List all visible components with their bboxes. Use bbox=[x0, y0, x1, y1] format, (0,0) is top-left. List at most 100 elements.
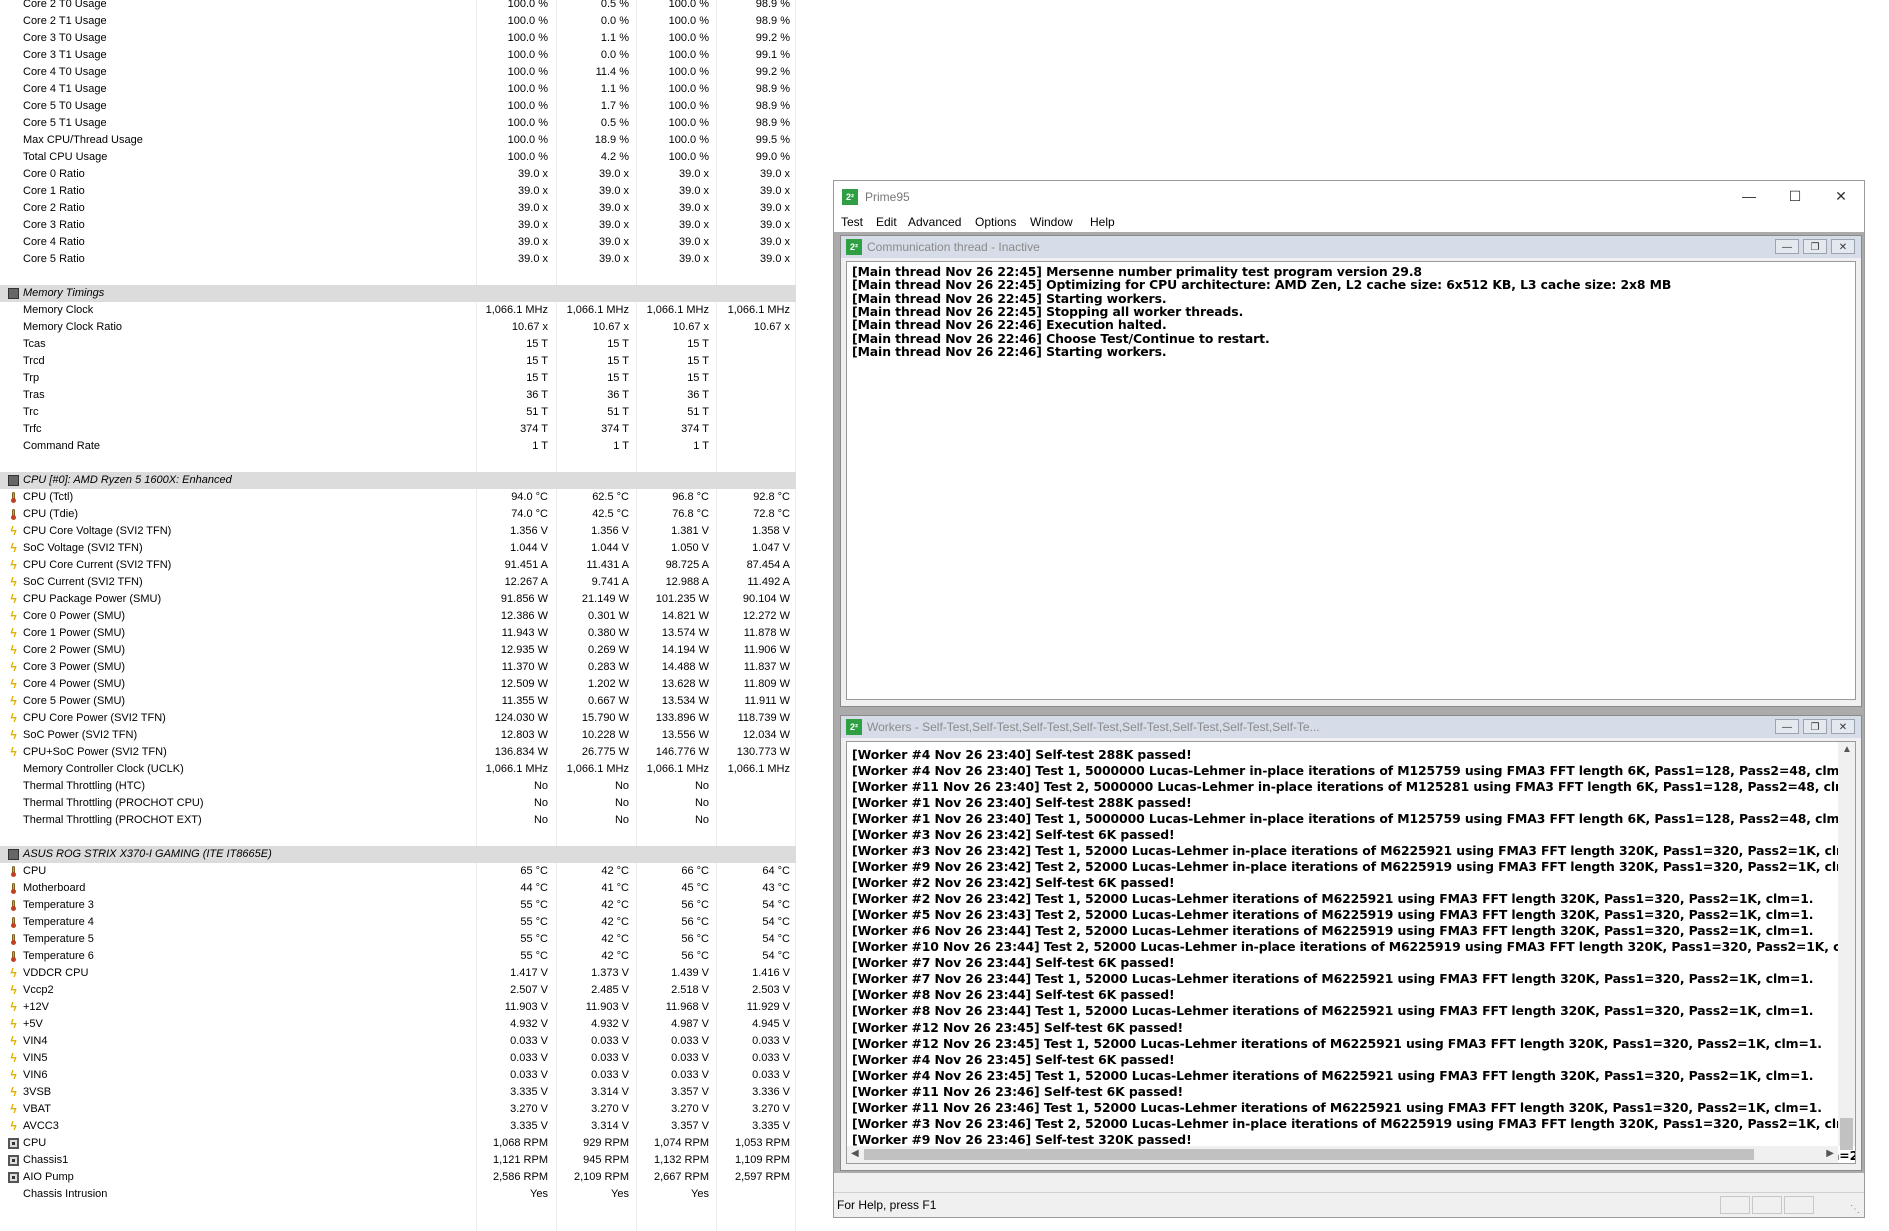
sensor-group-header[interactable]: Memory Timings bbox=[0, 285, 796, 302]
sensor-row[interactable]: AIO Pump 2,586 RPM 2,109 RPM 2,667 RPM 2,597… bbox=[0, 1169, 796, 1186]
sensor-row[interactable]: ϟ CPU Core Voltage (SVI2 TFN) 1.356 V 1.356… bbox=[0, 523, 796, 540]
sensor-row[interactable]: Core 3 T1 Usage 100.0 % 0.0 % 100.0 % 99.1 % bbox=[0, 47, 796, 64]
minimize-button[interactable]: — bbox=[1726, 181, 1772, 212]
sensor-row[interactable]: CPU (Tctl) 94.0 °C 62.5 °C 96.8 °C 92.8 °C bbox=[0, 489, 796, 506]
sensor-row[interactable]: Max CPU/Thread Usage 100.0 % 18.9 % 100.0 %… bbox=[0, 132, 796, 149]
sensor-row[interactable]: ϟ VDDCR CPU 1.417 V 1.373 V 1.439 V 1.416 V bbox=[0, 965, 796, 982]
sensor-row[interactable]: ϟ VIN6 0.033 V 0.033 V 0.033 V 0.033 V bbox=[0, 1067, 796, 1084]
scrollbar-thumb[interactable] bbox=[1840, 1118, 1853, 1150]
voltage-bolt-icon: ϟ bbox=[10, 541, 17, 555]
child-minimize-button[interactable]: — bbox=[1775, 719, 1799, 734]
sensor-row[interactable]: ϟ VBAT 3.270 V 3.270 V 3.270 V 3.270 V bbox=[0, 1101, 796, 1118]
sensor-row[interactable]: ϟ +12V 11.903 V 11.903 V 11.968 V 11.929 V bbox=[0, 999, 796, 1016]
sensor-row[interactable]: ϟ +5V 4.932 V 4.932 V 4.987 V 4.945 V bbox=[0, 1016, 796, 1033]
sensor-row[interactable]: ϟ Core 0 Power (SMU) 12.386 W 0.301 W 14.821… bbox=[0, 608, 796, 625]
sensor-group-header[interactable]: ASUS ROG STRIX X370-I GAMING (ITE IT8665… bbox=[0, 846, 796, 863]
sensor-row[interactable]: Core 4 T0 Usage 100.0 % 11.4 % 100.0 % 99.2 … bbox=[0, 64, 796, 81]
vertical-scrollbar[interactable]: ▲ bbox=[1838, 742, 1855, 1150]
sensor-row[interactable]: Chassis Intrusion Yes Yes Yes bbox=[0, 1186, 796, 1203]
sensor-row[interactable]: ϟ Core 2 Power (SMU) 12.935 W 0.269 W 14.194… bbox=[0, 642, 796, 659]
sensor-row[interactable]: CPU (Tdie) 74.0 °C 42.5 °C 76.8 °C 72.8 °C bbox=[0, 506, 796, 523]
sensor-row[interactable]: ϟ Core 1 Power (SMU) 11.943 W 0.380 W 13.574… bbox=[0, 625, 796, 642]
sensor-row[interactable]: Core 5 T0 Usage 100.0 % 1.7 % 100.0 % 98.9 % bbox=[0, 98, 796, 115]
sensor-row[interactable]: Memory Controller Clock (UCLK) 1,066.1 MH… bbox=[0, 761, 796, 778]
sensor-row[interactable]: Temperature 4 55 °C 42 °C 56 °C 54 °C bbox=[0, 914, 796, 931]
sensor-group-header[interactable]: CPU [#0]: AMD Ryzen 5 1600X: Enhanced bbox=[0, 472, 796, 489]
sensor-row[interactable]: Chassis1 1,121 RPM 945 RPM 1,132 RPM 1,109 R… bbox=[0, 1152, 796, 1169]
sensor-row[interactable]: CPU 1,068 RPM 929 RPM 1,074 RPM 1,053 RPM bbox=[0, 1135, 796, 1152]
child-close-button[interactable]: ✕ bbox=[1831, 239, 1855, 254]
menu-advanced[interactable]: Advanced bbox=[908, 215, 961, 229]
menu-help[interactable]: Help bbox=[1090, 215, 1115, 229]
menu-edit[interactable]: Edit bbox=[876, 215, 897, 229]
workers-window[interactable]: 2² Workers - Self-Test,Self-Test,Self-Te… bbox=[840, 715, 1862, 1171]
prime95-window[interactable]: 2² Prime95 — ☐ ✕ Test Edit Advanced Opti… bbox=[833, 180, 1865, 1218]
menu-window[interactable]: Window bbox=[1030, 215, 1073, 229]
sensor-row[interactable]: Temperature 6 55 °C 42 °C 56 °C 54 °C bbox=[0, 948, 796, 965]
child-title-bar[interactable]: 2² Communication thread - Inactive — ❐ ✕ bbox=[841, 236, 1861, 258]
sensor-row[interactable]: ϟ CPU+SoC Power (SVI2 TFN) 136.834 W 26.775… bbox=[0, 744, 796, 761]
sensor-row[interactable]: ϟ SoC Power (SVI2 TFN) 12.803 W 10.228 W 13.… bbox=[0, 727, 796, 744]
sensor-row[interactable]: ϟ VIN4 0.033 V 0.033 V 0.033 V 0.033 V bbox=[0, 1033, 796, 1050]
child-title-bar[interactable]: 2² Workers - Self-Test,Self-Test,Self-Te… bbox=[841, 716, 1861, 738]
sensor-row[interactable]: Thermal Throttling (HTC) No No No bbox=[0, 778, 796, 795]
sensor-row[interactable]: Core 3 Ratio 39.0 x 39.0 x 39.0 x 39.0 x bbox=[0, 217, 796, 234]
sensor-row[interactable]: Tcas 15 T 15 T 15 T bbox=[0, 336, 796, 353]
sensor-row[interactable]: Trcd 15 T 15 T 15 T bbox=[0, 353, 796, 370]
sensor-row[interactable]: Core 1 Ratio 39.0 x 39.0 x 39.0 x 39.0 x bbox=[0, 183, 796, 200]
sensor-row[interactable]: Memory Clock Ratio 10.67 x 10.67 x 10.67 x 1… bbox=[0, 319, 796, 336]
menu-options[interactable]: Options bbox=[975, 215, 1016, 229]
sensor-row[interactable]: ϟ Core 4 Power (SMU) 12.509 W 1.202 W 13.628… bbox=[0, 676, 796, 693]
resize-grip-icon[interactable]: ⋱ bbox=[1850, 1204, 1860, 1215]
title-bar[interactable]: 2² Prime95 — ☐ ✕ bbox=[834, 181, 1864, 212]
sensor-row[interactable]: Core 5 T1 Usage 100.0 % 0.5 % 100.0 % 98.9 % bbox=[0, 115, 796, 132]
sensor-row[interactable]: Core 3 T0 Usage 100.0 % 1.1 % 100.0 % 99.2 % bbox=[0, 30, 796, 47]
sensor-row[interactable]: ϟ CPU Package Power (SMU) 91.856 W 21.149 W… bbox=[0, 591, 796, 608]
sensor-row[interactable]: Core 2 T0 Usage 100.0 % 0.5 % 100.0 % 98.9 % bbox=[0, 0, 796, 13]
sensor-row[interactable]: ϟ SoC Current (SVI2 TFN) 12.267 A 9.741 A 12… bbox=[0, 574, 796, 591]
sensor-row[interactable]: Temperature 3 55 °C 42 °C 56 °C 54 °C bbox=[0, 897, 796, 914]
sensor-row[interactable]: ϟ Core 5 Power (SMU) 11.355 W 0.667 W 13.534… bbox=[0, 693, 796, 710]
sensor-row[interactable]: Core 2 T1 Usage 100.0 % 0.0 % 100.0 % 98.9 % bbox=[0, 13, 796, 30]
scrollbar-thumb[interactable] bbox=[864, 1149, 1754, 1160]
scroll-up-icon[interactable]: ▲ bbox=[1842, 744, 1852, 755]
sensor-row[interactable]: Core 4 T1 Usage 100.0 % 1.1 % 100.0 % 98.9 % bbox=[0, 81, 796, 98]
sensor-row[interactable]: Trc 51 T 51 T 51 T bbox=[0, 404, 796, 421]
sensor-row[interactable]: ϟ AVCC3 3.335 V 3.314 V 3.357 V 3.335 V bbox=[0, 1118, 796, 1135]
sensor-row[interactable]: ϟ 3VSB 3.335 V 3.314 V 3.357 V 3.336 V bbox=[0, 1084, 796, 1101]
sensor-row[interactable]: Thermal Throttling (PROCHOT CPU) No No No bbox=[0, 795, 796, 812]
sensor-row[interactable]: Core 4 Ratio 39.0 x 39.0 x 39.0 x 39.0 x bbox=[0, 234, 796, 251]
sensor-row[interactable]: ϟ CPU Core Current (SVI2 TFN) 91.451 A 11.4… bbox=[0, 557, 796, 574]
sensor-row[interactable]: Memory Clock 1,066.1 MHz 1,066.1 MHz 1,066.… bbox=[0, 302, 796, 319]
sensor-row[interactable]: CPU 65 °C 42 °C 66 °C 64 °C bbox=[0, 863, 796, 880]
scroll-right-icon[interactable]: ▶ bbox=[1826, 1148, 1834, 1159]
sensor-row[interactable]: ϟ SoC Voltage (SVI2 TFN) 1.044 V 1.044 V 1.0… bbox=[0, 540, 796, 557]
communication-log[interactable]: [Main thread Nov 26 22:45] Mersenne numb… bbox=[846, 261, 1856, 700]
communication-thread-window[interactable]: 2² Communication thread - Inactive — ❐ ✕… bbox=[840, 235, 1862, 707]
workers-log[interactable]: [Worker #4 Nov 26 23:40] Self-test 288K … bbox=[846, 741, 1856, 1164]
sensor-row[interactable]: Temperature 5 55 °C 42 °C 56 °C 54 °C bbox=[0, 931, 796, 948]
sensor-row[interactable]: Core 0 Ratio 39.0 x 39.0 x 39.0 x 39.0 x bbox=[0, 166, 796, 183]
sensor-row[interactable]: Core 5 Ratio 39.0 x 39.0 x 39.0 x 39.0 x bbox=[0, 251, 796, 268]
sensor-row[interactable]: Motherboard 44 °C 41 °C 45 °C 43 °C bbox=[0, 880, 796, 897]
sensor-row[interactable]: ϟ VIN5 0.033 V 0.033 V 0.033 V 0.033 V bbox=[0, 1050, 796, 1067]
maximize-button[interactable]: ☐ bbox=[1772, 181, 1818, 212]
sensor-row[interactable]: Thermal Throttling (PROCHOT EXT) No No No bbox=[0, 812, 796, 829]
close-button[interactable]: ✕ bbox=[1818, 181, 1864, 212]
child-minimize-button[interactable]: — bbox=[1775, 239, 1799, 254]
sensor-row[interactable]: ϟ Vccp2 2.507 V 2.485 V 2.518 V 2.503 V bbox=[0, 982, 796, 999]
sensor-row[interactable]: Tras 36 T 36 T 36 T bbox=[0, 387, 796, 404]
sensor-row[interactable]: ϟ CPU Core Power (SVI2 TFN) 124.030 W 15.79… bbox=[0, 710, 796, 727]
sensor-row[interactable]: Core 2 Ratio 39.0 x 39.0 x 39.0 x 39.0 x bbox=[0, 200, 796, 217]
scroll-left-icon[interactable]: ◀ bbox=[851, 1148, 859, 1159]
child-close-button[interactable]: ✕ bbox=[1831, 719, 1855, 734]
sensor-row[interactable]: ϟ Core 3 Power (SMU) 11.370 W 0.283 W 14.488… bbox=[0, 659, 796, 676]
child-restore-button[interactable]: ❐ bbox=[1803, 719, 1827, 734]
horizontal-scrollbar[interactable]: ◀ ▶ bbox=[847, 1146, 1838, 1163]
sensor-row[interactable]: Total CPU Usage 100.0 % 4.2 % 100.0 % 99.0 % bbox=[0, 149, 796, 166]
menu-test[interactable]: Test bbox=[841, 215, 863, 229]
sensor-row[interactable]: Trp 15 T 15 T 15 T bbox=[0, 370, 796, 387]
child-restore-button[interactable]: ❐ bbox=[1803, 239, 1827, 254]
sensor-row[interactable]: Trfc 374 T 374 T 374 T bbox=[0, 421, 796, 438]
sensor-row[interactable]: Command Rate 1 T 1 T 1 T bbox=[0, 438, 796, 455]
